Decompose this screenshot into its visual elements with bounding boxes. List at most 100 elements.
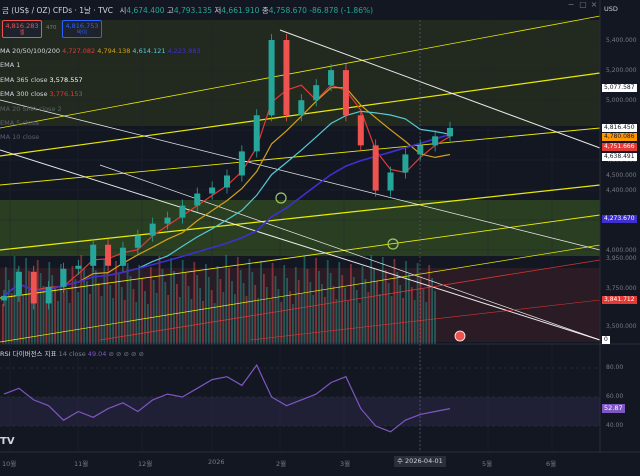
volume-bar: [289, 291, 291, 344]
restore-icon[interactable]: ▢: [578, 0, 588, 10]
volume-bar: [251, 272, 254, 344]
time-tick: 2026: [208, 458, 225, 466]
close-icon[interactable]: ×: [589, 0, 599, 10]
volume-bar: [370, 255, 373, 344]
indicator-label: EMA 300 close: [0, 90, 48, 99]
time-tick: 11월: [74, 460, 89, 468]
volume-bar: [283, 265, 286, 344]
volume-bar: [361, 266, 364, 344]
close-value: 4,758.670: [268, 6, 307, 15]
volume-bar: [199, 288, 201, 344]
volume-bar: [405, 261, 407, 344]
change-value: -86.878 (-1.86%): [309, 6, 374, 15]
volume-bar: [242, 283, 245, 344]
volume-bar: [265, 287, 268, 344]
volume-bar: [86, 281, 88, 344]
volume-bar: [376, 281, 378, 344]
candle-body: [417, 145, 424, 155]
volume-bar: [132, 289, 135, 344]
volume-bar: [39, 273, 42, 344]
indicator-row[interactable]: MA 10 close: [0, 130, 201, 144]
time-tick: 5월: [482, 460, 493, 468]
indicator-row[interactable]: MA 20 SMA close 2: [0, 102, 201, 116]
volume-bar: [68, 303, 71, 344]
flag-icon[interactable]: [454, 330, 466, 342]
sell-button[interactable]: 4,816.283 셀: [2, 20, 42, 38]
volume-bar: [315, 258, 317, 344]
volume-bar: [65, 290, 68, 344]
volume-bar: [141, 278, 143, 344]
volume-bar: [144, 291, 146, 344]
indicator-value: 4,614.121: [130, 47, 166, 55]
indicator-value: 4,727.082: [60, 47, 96, 55]
time-tick: 6월: [546, 460, 557, 468]
price-badge: 4,273.670: [602, 215, 637, 223]
candle-body: [15, 271, 22, 296]
volume-bar: [236, 257, 239, 344]
volume-bar: [77, 292, 80, 344]
minimize-icon[interactable]: −: [566, 0, 576, 10]
time-tick: 2월: [276, 460, 287, 468]
indicator-value: 4,794.138: [95, 47, 131, 55]
volume-bar: [97, 283, 100, 344]
rsi-tick: 60.00: [606, 393, 624, 400]
volume-bar: [2, 304, 4, 344]
tradingview-logo: TV: [0, 436, 15, 447]
time-tick: 3월: [340, 460, 351, 468]
volume-bar: [312, 295, 315, 344]
candle-body: [1, 295, 7, 301]
symbol-title[interactable]: 금 (US$ / OZ) CFDs · 1날 · TVC: [2, 6, 113, 15]
volume-bar: [335, 299, 338, 344]
indicator-row[interactable]: EMA 1: [0, 58, 201, 72]
volume-bar: [10, 293, 13, 344]
sell-price: 4,816.283: [5, 21, 39, 30]
volume-bar: [410, 287, 413, 344]
indicator-row[interactable]: EMA 5 close: [0, 116, 201, 130]
volume-bar: [149, 267, 152, 344]
candle-body: [387, 172, 394, 191]
volume-bar: [138, 265, 141, 344]
price-badge: 5,077.587: [602, 84, 637, 92]
rsi-settings-icon[interactable]: ⊘ ⊘ ⊘ ⊘ ⊘: [109, 350, 145, 358]
volume-bar: [294, 267, 297, 344]
price-badge: 3,841.712: [602, 296, 637, 304]
volume-bar: [393, 259, 396, 344]
rsi-legend: RSI 다이버전스 지표 14 close 49.04 ⊘ ⊘ ⊘ ⊘ ⊘: [0, 348, 144, 358]
lower-green-zone: [0, 200, 600, 256]
buy-button[interactable]: 4,816.753 바이: [62, 20, 102, 38]
indicator-value: 4,223.883: [165, 47, 201, 55]
volume-bar: [176, 284, 178, 344]
volume-bar: [167, 295, 170, 344]
volume-bar: [25, 258, 27, 344]
volume-bar: [118, 274, 120, 344]
volume-bar: [234, 294, 236, 344]
volume-bar: [129, 276, 132, 344]
volume-bar: [231, 281, 233, 344]
volume-bar: [344, 288, 346, 344]
price-tick: 3,500.000: [606, 322, 637, 330]
candle-body: [60, 268, 67, 287]
indicator-row[interactable]: EMA 300 close 3,776.153: [0, 87, 201, 101]
volume-bar: [74, 279, 77, 344]
volume-bar: [89, 294, 91, 344]
spread-value: 470: [46, 25, 57, 31]
rsi-pane[interactable]: [0, 363, 600, 433]
volume-bar: [7, 280, 10, 344]
volume-bar: [263, 274, 265, 344]
volume-bar: [352, 277, 355, 344]
volume-bar: [318, 271, 320, 344]
volume-bar: [338, 262, 341, 344]
price-tick: 4,000.000: [606, 247, 637, 255]
volume-bar: [170, 258, 172, 344]
indicator-label: MA 20/50/100/200: [0, 47, 61, 55]
volume-bar: [54, 288, 56, 344]
price-badge: 4,816.450: [602, 124, 637, 132]
currency-label[interactable]: USD: [604, 5, 618, 13]
volume-bar: [329, 273, 332, 344]
indicator-row[interactable]: EMA 365 close 3,578.557: [0, 73, 201, 87]
candle-body: [342, 70, 349, 116]
price-tick: 5,400.000: [606, 36, 637, 44]
volume-bar: [434, 291, 436, 344]
candle-body: [283, 40, 290, 116]
indicator-row[interactable]: MA 20/50/100/200 4,727.082 4,794.138 4,6…: [0, 44, 201, 58]
